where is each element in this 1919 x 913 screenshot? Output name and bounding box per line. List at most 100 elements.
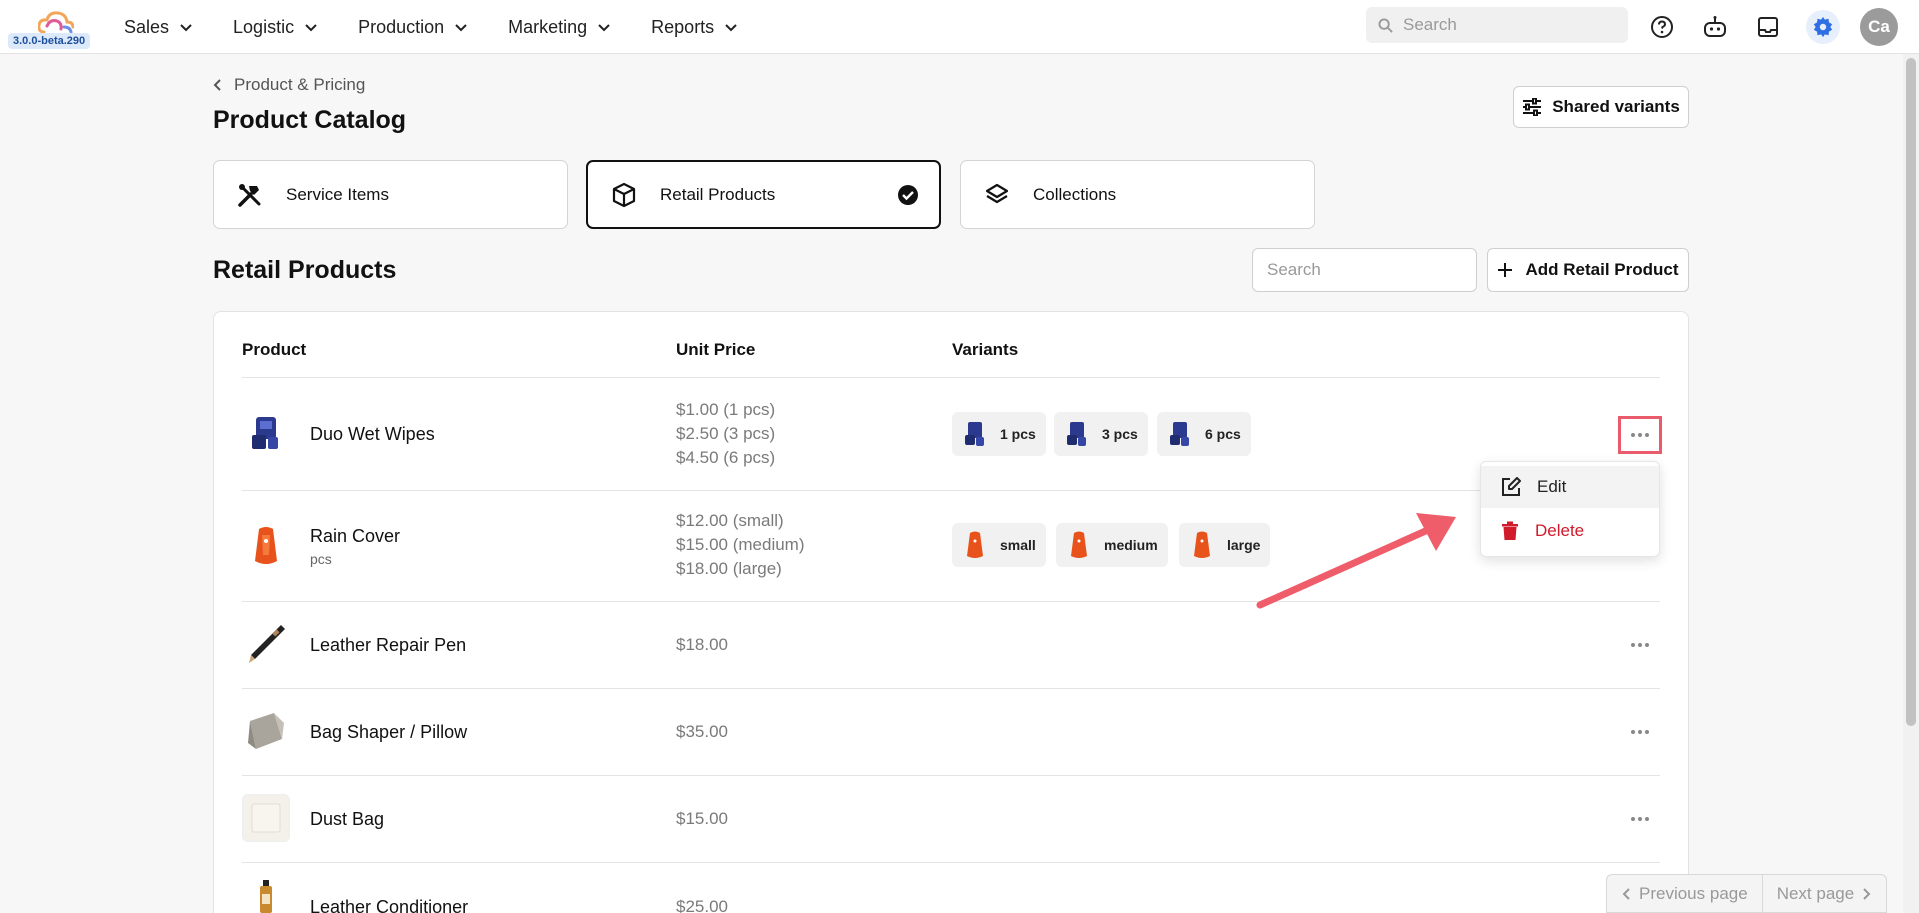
page-title: Product Catalog [213, 106, 407, 134]
column-header-variants: Variants [952, 340, 1019, 359]
inbox-icon[interactable] [1754, 13, 1782, 41]
pagination: Previous page Next page [1606, 874, 1888, 913]
search-placeholder: Search [1267, 260, 1321, 279]
nav-label: Logistic [233, 16, 295, 37]
product-name[interactable]: Duo Wet Wipes [310, 424, 435, 445]
nav-logistic[interactable]: Logistic [233, 17, 318, 38]
column-header-unit-price: Unit Price [676, 340, 756, 359]
product-price: $15.00 [676, 807, 728, 831]
more-horizontal-icon [1631, 817, 1649, 821]
row-actions-button[interactable] [1622, 631, 1658, 659]
product-name[interactable]: Dust Bag [310, 809, 384, 830]
product-image-wet-wipes [242, 409, 290, 457]
product-name[interactable]: Leather Conditioner [310, 897, 468, 913]
section-title: Retail Products [213, 256, 397, 284]
product-price: $12.00 (small) $15.00 (medium) $18.00 (l… [676, 509, 805, 581]
search-placeholder: Search [1403, 15, 1457, 34]
type-card-label: Service Items [286, 184, 389, 204]
nav-label: Production [358, 16, 445, 37]
more-horizontal-icon [1631, 730, 1649, 734]
nav-reports[interactable]: Reports [651, 17, 738, 38]
variant-image [960, 419, 990, 449]
price-line: $15.00 [676, 809, 728, 828]
product-image-rain-cover [242, 522, 290, 570]
next-page-button[interactable]: Next page [1761, 875, 1886, 912]
previous-page-button[interactable]: Previous page [1607, 875, 1762, 912]
price-line: $18.00 (large) [676, 559, 782, 578]
row-actions-button[interactable] [1618, 416, 1662, 454]
price-line: $12.00 (small) [676, 511, 784, 530]
type-card-collections[interactable]: Collections [960, 160, 1315, 229]
price-line: $35.00 [676, 722, 728, 741]
help-icon[interactable] [1648, 13, 1676, 41]
top-bar: 3.0.0-beta.290 Sales Logistic Production… [0, 0, 1919, 54]
chevron-left-icon [1622, 887, 1630, 900]
shared-variants-button[interactable]: Shared variants [1513, 86, 1689, 128]
app-logo[interactable]: 3.0.0-beta.290 [8, 8, 96, 52]
breadcrumb-label: Product & Pricing [234, 75, 366, 94]
row-actions-button[interactable] [1622, 718, 1658, 746]
variant-image [1165, 419, 1195, 449]
nav-label: Reports [651, 16, 715, 37]
product-name[interactable]: Rain Cover [310, 526, 400, 547]
chevron-down-icon [598, 24, 610, 32]
more-horizontal-icon [1631, 433, 1649, 437]
variant-chip[interactable]: medium [1056, 523, 1168, 567]
edit-menu-item[interactable]: Edit [1481, 466, 1659, 508]
nav-production[interactable]: Production [358, 17, 468, 38]
product-image-dust-bag [242, 794, 290, 842]
variant-image [1187, 530, 1217, 560]
global-search-input[interactable]: Search [1366, 7, 1628, 43]
variant-label: medium [1104, 537, 1158, 553]
product-name[interactable]: Bag Shaper / Pillow [310, 722, 467, 743]
nav-sales[interactable]: Sales [124, 17, 193, 38]
variant-image [1062, 419, 1092, 449]
variant-chip[interactable]: 1 pcs [952, 412, 1046, 456]
variant-image [960, 530, 990, 560]
previous-page-label: Previous page [1639, 883, 1748, 903]
product-name[interactable]: Leather Repair Pen [310, 635, 466, 656]
variant-chip[interactable]: 6 pcs [1157, 412, 1251, 456]
settings-icon[interactable] [1806, 10, 1840, 44]
chevron-down-icon [305, 24, 317, 32]
box-icon [610, 181, 638, 209]
delete-menu-item[interactable]: Delete [1481, 510, 1659, 552]
chevron-down-icon [725, 24, 737, 32]
nav-marketing[interactable]: Marketing [508, 17, 611, 38]
products-table [213, 311, 1689, 913]
product-search-input[interactable]: Search [1252, 248, 1477, 292]
price-line: $4.50 (6 pcs) [676, 448, 776, 467]
type-card-label: Retail Products [660, 184, 776, 204]
row-divider [242, 490, 1660, 491]
product-image-repair-pen [242, 620, 290, 668]
edit-icon [1502, 477, 1521, 496]
price-line: $25.00 [676, 897, 728, 913]
row-divider [242, 775, 1660, 776]
column-header-product: Product [242, 340, 307, 359]
price-line: $2.50 (3 pcs) [676, 424, 776, 443]
annotation-arrow [1256, 513, 1456, 609]
sliders-icon [1523, 98, 1542, 116]
product-unit: pcs [310, 551, 332, 567]
version-badge: 3.0.0-beta.290 [8, 33, 91, 49]
add-retail-product-button[interactable]: Add Retail Product [1487, 248, 1689, 292]
bot-icon[interactable] [1701, 13, 1729, 41]
shared-variants-label: Shared variants [1552, 97, 1680, 116]
price-line: $1.00 (1 pcs) [676, 400, 776, 419]
row-actions-button[interactable] [1622, 805, 1658, 833]
variant-chip[interactable]: 3 pcs [1054, 412, 1148, 456]
variant-label: 3 pcs [1102, 426, 1138, 442]
breadcrumb[interactable]: Product & Pricing [212, 75, 365, 95]
type-card-service-items[interactable]: Service Items [213, 160, 568, 229]
scrollbar-thumb[interactable] [1906, 58, 1916, 726]
edit-label: Edit [1537, 477, 1567, 496]
variant-label: 6 pcs [1205, 426, 1241, 442]
plus-icon [1498, 263, 1513, 277]
type-card-retail-products[interactable]: Retail Products [586, 160, 941, 229]
product-price: $35.00 [676, 720, 728, 744]
product-price: $18.00 [676, 633, 728, 657]
layers-icon [983, 181, 1011, 209]
avatar[interactable]: Ca [1860, 8, 1898, 46]
add-button-label: Add Retail Product [1525, 260, 1679, 279]
variant-chip[interactable]: small [952, 523, 1046, 567]
